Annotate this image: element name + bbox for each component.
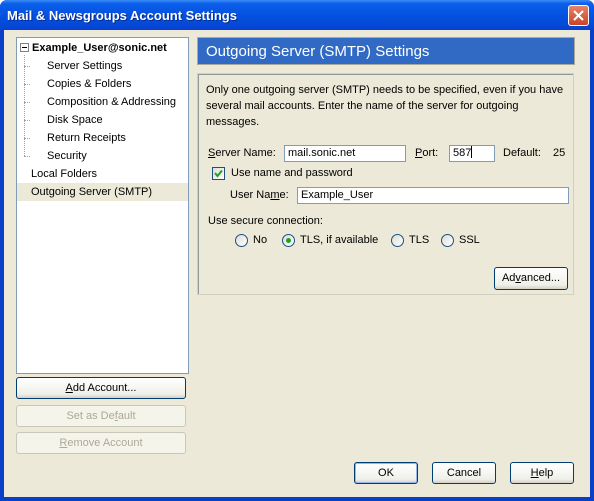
smtp-settings-group: Only one outgoing server (SMTP) needs to…: [197, 73, 574, 295]
dialog-client-area: Example_User@sonic.net Server Settings C…: [4, 30, 590, 497]
tree-item-label: Server Settings: [47, 60, 123, 72]
user-name-label: User Name:: [230, 189, 289, 201]
button-label: elp: [538, 467, 554, 479]
access-key: m: [270, 189, 280, 201]
tree-item-server-settings[interactable]: Server Settings: [17, 57, 188, 75]
tree-item-disk-space[interactable]: Disk Space: [17, 111, 188, 129]
close-button[interactable]: [568, 5, 589, 26]
tree-item-label: Local Folders: [31, 168, 98, 180]
button-label: ault: [117, 410, 136, 422]
radio-secure-tls-if-available[interactable]: [282, 234, 295, 247]
tree-connector: [24, 102, 30, 103]
radio-secure-tls-if-available-label[interactable]: TLS, if available: [300, 234, 378, 246]
tree-connector: [24, 156, 30, 157]
title-bar[interactable]: Mail & Newsgroups Account Settings: [0, 0, 594, 30]
panel-header: Outgoing Server (SMTP) Settings: [197, 37, 575, 65]
account-settings-window: Mail & Newsgroups Account Settings Examp…: [0, 0, 594, 501]
server-name-input[interactable]: mail.sonic.net: [284, 145, 406, 162]
use-name-password-checkbox[interactable]: [212, 167, 225, 180]
radio-secure-tls[interactable]: [391, 234, 404, 247]
port-input[interactable]: 587: [449, 145, 495, 162]
label-text: erver Name:: [215, 147, 276, 159]
tree-item-label: Copies & Folders: [47, 78, 132, 90]
add-account-button[interactable]: Add Account...: [16, 377, 186, 399]
checkmark-icon: [214, 169, 223, 178]
radio-selected-dot: [286, 238, 291, 243]
user-name-input[interactable]: Example_User: [297, 187, 569, 204]
tree-item-outgoing-server[interactable]: Outgoing Server (SMTP): [17, 183, 188, 201]
text-caret: [471, 146, 473, 158]
label-text: ort:: [422, 147, 439, 159]
port-label: Port:: [415, 147, 438, 159]
port-value: 587: [453, 147, 472, 159]
remove-account-button[interactable]: Remove Account: [16, 432, 186, 454]
help-button[interactable]: Help: [510, 462, 574, 484]
default-port-label: Default:: [503, 147, 541, 159]
use-name-password-label[interactable]: Use name and password: [231, 167, 353, 179]
tree-item-label: Disk Space: [47, 114, 103, 126]
account-tree[interactable]: Example_User@sonic.net Server Settings C…: [16, 37, 189, 374]
tree-item-composition-addressing[interactable]: Composition & Addressing: [17, 93, 188, 111]
tree-connector: [24, 138, 30, 139]
tree-item-label: Outgoing Server (SMTP): [31, 186, 153, 198]
button-label: Set as De: [66, 410, 115, 422]
button-label: anced...: [520, 272, 561, 284]
radio-secure-no-label[interactable]: No: [253, 234, 267, 246]
cancel-button[interactable]: Cancel: [432, 462, 496, 484]
tree-item-label: Example_User@sonic.net: [32, 42, 167, 54]
radio-secure-ssl-label[interactable]: SSL: [459, 234, 480, 246]
access-key: H: [530, 467, 539, 479]
advanced-button[interactable]: Advanced...: [494, 267, 568, 290]
tree-item-label: Security: [47, 150, 87, 162]
button-label: emove Account: [67, 437, 143, 449]
description-text: Only one outgoing server (SMTP) needs to…: [206, 84, 564, 128]
tree-connector: [24, 84, 30, 85]
ok-button[interactable]: OK: [354, 462, 418, 484]
button-label: Ad: [501, 272, 516, 284]
tree-item-security[interactable]: Security: [17, 147, 188, 165]
radio-secure-tls-label[interactable]: TLS: [409, 234, 429, 246]
default-port-value: 25: [553, 147, 566, 159]
window-title: Mail & Newsgroups Account Settings: [7, 8, 237, 23]
label-text: User Na: [230, 189, 271, 201]
tree-item-copies-folders[interactable]: Copies & Folders: [17, 75, 188, 93]
tree-item-label: Return Receipts: [47, 132, 126, 144]
tree-item-account[interactable]: Example_User@sonic.net: [17, 39, 188, 57]
tree-item-local-folders[interactable]: Local Folders: [17, 165, 188, 183]
radio-secure-no[interactable]: [235, 234, 248, 247]
radio-secure-ssl[interactable]: [441, 234, 454, 247]
button-label: dd Account...: [72, 382, 137, 394]
tree-item-label: Composition & Addressing: [47, 96, 177, 108]
tree-connector: [24, 66, 30, 67]
server-name-label: Server Name:: [208, 147, 276, 159]
close-icon: [573, 10, 584, 21]
tree-connector: [24, 120, 30, 121]
access-key: A: [65, 382, 73, 394]
collapse-icon[interactable]: [20, 43, 29, 52]
secure-connection-label: Use secure connection:: [208, 215, 323, 227]
panel-title: Outgoing Server (SMTP) Settings: [206, 43, 430, 60]
set-as-default-button[interactable]: Set as Default: [16, 405, 186, 427]
tree-item-return-receipts[interactable]: Return Receipts: [17, 129, 188, 147]
label-text: e:: [279, 189, 289, 201]
